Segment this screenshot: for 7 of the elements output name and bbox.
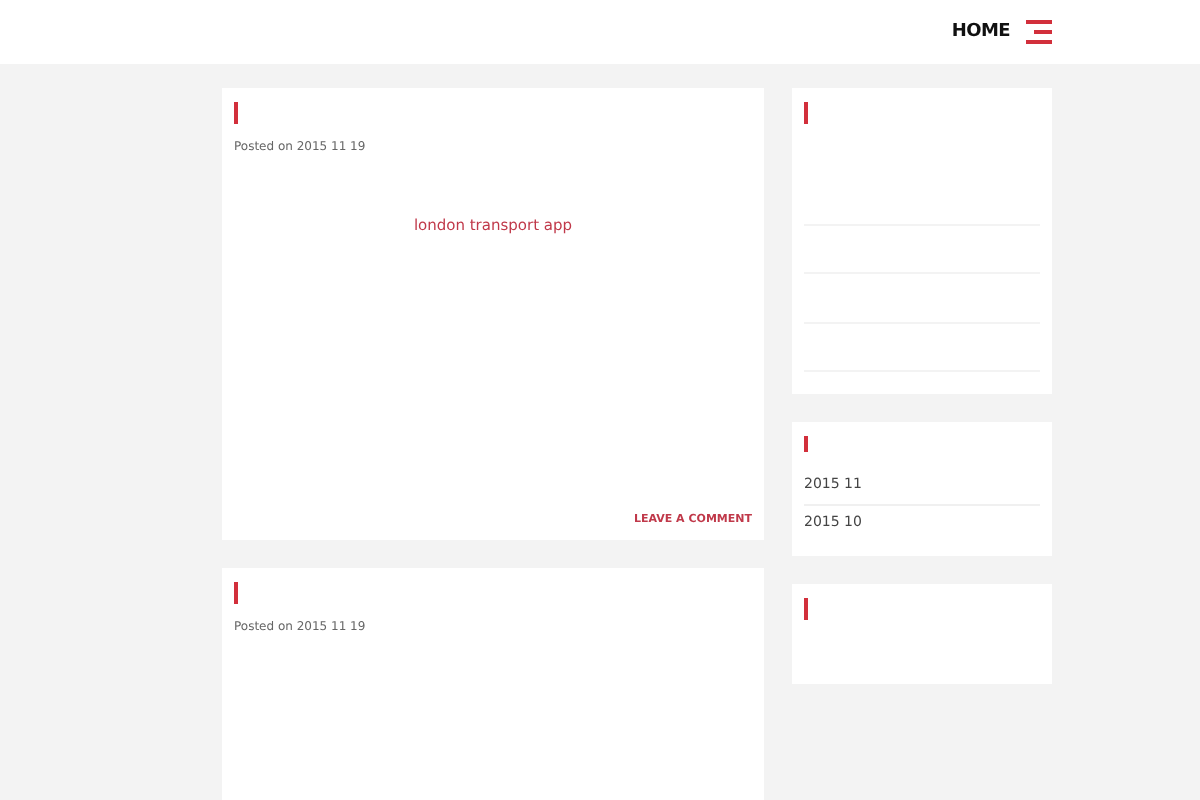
accent-bar [804,102,808,124]
accent-bar [804,598,808,620]
accent-bar [804,436,808,452]
accent-bar [234,102,238,124]
home-link[interactable]: HOME [951,22,1010,42]
accent-bar [234,582,238,604]
menu-icon[interactable] [1026,20,1052,44]
